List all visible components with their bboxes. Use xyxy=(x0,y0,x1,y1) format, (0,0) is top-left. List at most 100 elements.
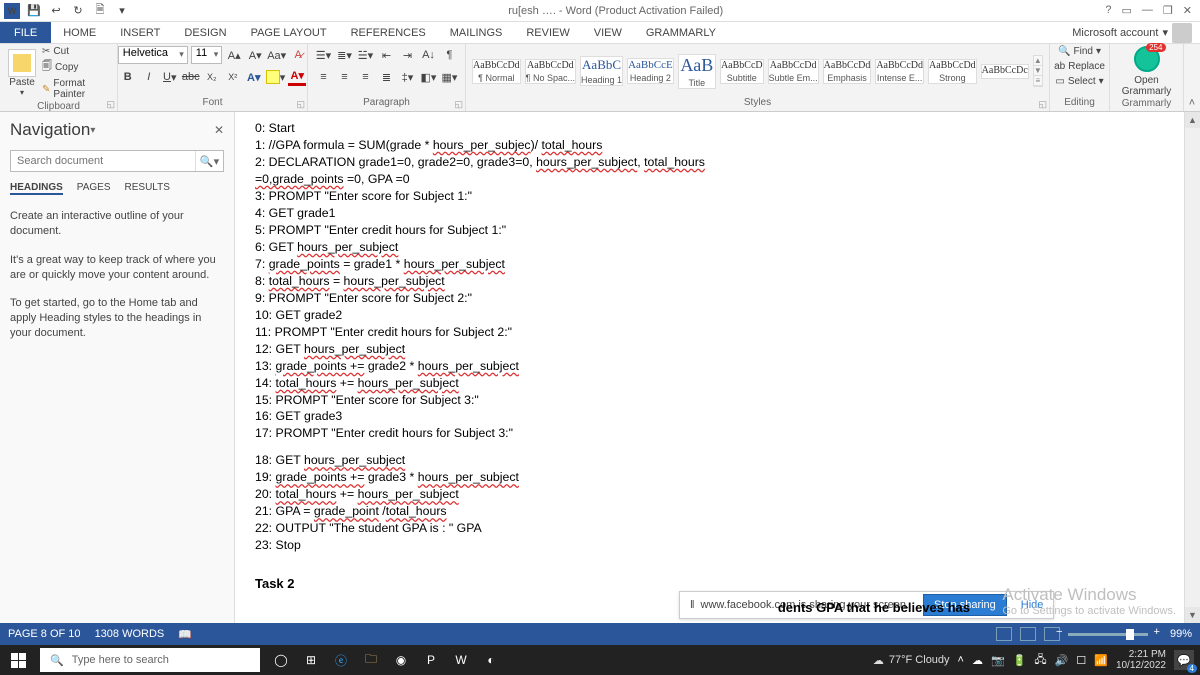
font-color-icon[interactable]: A▾ xyxy=(288,68,306,86)
taskbar-search[interactable]: 🔍Type here to search xyxy=(40,648,260,672)
qat-doc-icon[interactable]: 🗎 xyxy=(92,3,108,19)
shrink-font-icon[interactable]: A▾ xyxy=(246,46,264,64)
font-name-select[interactable]: Helvetica xyxy=(118,46,188,64)
grow-font-icon[interactable]: A▴ xyxy=(225,46,243,64)
grammarly-button[interactable]: 254 xyxy=(1134,46,1160,72)
numbering-icon[interactable]: ≣▾ xyxy=(336,46,354,64)
tab-view[interactable]: VIEW xyxy=(582,22,634,43)
network-icon[interactable]: 🖧 xyxy=(1034,651,1046,670)
start-button[interactable] xyxy=(0,653,36,668)
page-indicator[interactable]: PAGE 8 OF 10 xyxy=(8,628,81,640)
dialog-launcher-icon[interactable]: ◱ xyxy=(1038,99,1047,110)
account-menu[interactable]: Microsoft account▾ xyxy=(1064,22,1200,43)
tab-file[interactable]: FILE xyxy=(0,22,51,43)
help-icon[interactable]: ? xyxy=(1105,4,1111,17)
style-tile[interactable]: AaBbCcDd¶ Normal xyxy=(472,59,521,84)
style-tile[interactable]: AaBbCHeading 1 xyxy=(580,56,623,86)
style-tile[interactable]: AaBbCcDc xyxy=(981,64,1029,79)
dialog-launcher-icon[interactable]: ◱ xyxy=(454,99,463,110)
pin-icon[interactable]: ▾ xyxy=(90,125,95,136)
style-tile[interactable]: AaBTitle xyxy=(678,54,716,89)
copy-button[interactable]: Copy xyxy=(42,59,111,76)
bold-button[interactable]: B xyxy=(119,68,137,86)
meet-now-icon[interactable]: 📷 xyxy=(991,654,1005,667)
minimize-icon[interactable]: — xyxy=(1142,4,1153,17)
borders-icon[interactable]: ▦▾ xyxy=(441,68,459,86)
replace-button[interactable]: abReplace xyxy=(1054,61,1105,72)
dialog-launcher-icon[interactable]: ◱ xyxy=(106,99,115,110)
print-layout-icon[interactable] xyxy=(1020,627,1036,641)
multilevel-icon[interactable]: ☱▾ xyxy=(357,46,375,64)
read-mode-icon[interactable] xyxy=(996,627,1012,641)
style-tile[interactable]: AaBbCcDSubtitle xyxy=(720,59,764,84)
strike-button[interactable]: abc xyxy=(182,68,200,86)
tab-review[interactable]: REVIEW xyxy=(514,22,581,43)
search-icon[interactable]: 🔍▾ xyxy=(195,151,223,171)
cut-button[interactable]: Cut xyxy=(42,46,111,57)
change-case-icon[interactable]: Aa▾ xyxy=(267,46,286,64)
close-pane-icon[interactable]: ✕ xyxy=(214,123,224,137)
find-button[interactable]: 🔍Find▾ xyxy=(1058,46,1101,57)
style-tile[interactable]: AaBbCcDdIntense E... xyxy=(875,59,924,84)
superscript-button[interactable]: X² xyxy=(224,68,242,86)
dialog-launcher-icon[interactable]: ◱ xyxy=(296,99,305,110)
edge-icon[interactable]: ⓔ xyxy=(330,649,352,671)
text-effects-icon[interactable]: A▾ xyxy=(245,68,263,86)
vertical-scrollbar[interactable]: ▲ ▼ xyxy=(1184,112,1200,623)
close-icon[interactable]: ✕ xyxy=(1183,4,1192,17)
justify-icon[interactable]: ≣ xyxy=(378,68,396,86)
style-tile[interactable]: AaBbCcDdSubtle Em... xyxy=(768,59,819,84)
scroll-up-icon[interactable]: ▲ xyxy=(1185,112,1200,128)
tab-design[interactable]: DESIGN xyxy=(172,22,238,43)
line-spacing-icon[interactable]: ‡▾ xyxy=(399,68,417,86)
zoom-slider[interactable] xyxy=(1068,633,1148,636)
ribbon-options-icon[interactable]: ▭ xyxy=(1122,4,1132,17)
undo-icon[interactable]: ↩ xyxy=(48,3,64,19)
explorer-icon[interactable]: 🗀 xyxy=(360,649,382,671)
search-document[interactable]: 🔍▾ xyxy=(10,150,224,172)
tab-insert[interactable]: INSERT xyxy=(108,22,172,43)
tab-references[interactable]: REFERENCES xyxy=(339,22,438,43)
scroll-down-icon[interactable]: ▼ xyxy=(1185,607,1200,623)
italic-button[interactable]: I xyxy=(140,68,158,86)
dec-indent-icon[interactable]: ⇤ xyxy=(378,46,396,64)
search-input[interactable] xyxy=(11,151,195,171)
cortana-icon[interactable]: ◯ xyxy=(270,649,292,671)
notifications-icon[interactable]: 💬4 xyxy=(1174,650,1194,670)
weather-widget[interactable]: ☁77°F Cloudy xyxy=(873,654,950,667)
battery-icon[interactable]: 🔋 xyxy=(1013,654,1027,667)
nav-tab-pages[interactable]: PAGES xyxy=(77,182,111,195)
shading-icon[interactable]: ◧▾ xyxy=(420,68,438,86)
style-tile[interactable]: AaBbCcEHeading 2 xyxy=(627,58,674,84)
tab-home[interactable]: HOME xyxy=(51,22,108,43)
align-center-icon[interactable]: ≡ xyxy=(336,68,354,86)
tab-mailings[interactable]: MAILINGS xyxy=(438,22,515,43)
redo-icon[interactable]: ↻ xyxy=(70,3,86,19)
style-tile[interactable]: AaBbCcDd¶ No Spac... xyxy=(525,59,576,84)
underline-button[interactable]: U▾ xyxy=(161,68,179,86)
word-app-icon[interactable]: W xyxy=(450,649,472,671)
bullets-icon[interactable]: ☰▾ xyxy=(315,46,333,64)
align-right-icon[interactable]: ≡ xyxy=(357,68,375,86)
zoom-level[interactable]: 99% xyxy=(1170,628,1192,640)
wifi-icon[interactable]: 📶 xyxy=(1094,654,1108,667)
style-tile[interactable]: AaBbCcDdEmphasis xyxy=(823,59,872,84)
word-count[interactable]: 1308 WORDS xyxy=(95,628,165,640)
nav-tab-headings[interactable]: HEADINGS xyxy=(10,182,63,195)
clear-format-icon[interactable]: A̷ xyxy=(289,46,307,64)
sort-icon[interactable]: A↓ xyxy=(420,46,438,64)
language-icon[interactable]: ☐ xyxy=(1076,654,1086,667)
inc-indent-icon[interactable]: ⇥ xyxy=(399,46,417,64)
show-marks-icon[interactable]: ¶ xyxy=(441,46,459,64)
chevron-up-icon[interactable]: ˄ xyxy=(958,654,964,666)
collapse-ribbon-icon[interactable]: ˄ xyxy=(1184,44,1200,111)
app-icon[interactable]: ◐ xyxy=(480,649,502,671)
clock[interactable]: 2:21 PM 10/12/2022 xyxy=(1116,649,1166,671)
task-view-icon[interactable]: ⊞ xyxy=(300,649,322,671)
tab-grammarly[interactable]: GRAMMARLY xyxy=(634,22,728,43)
highlight-icon[interactable]: ▾ xyxy=(266,68,286,86)
select-button[interactable]: ▭Select▾ xyxy=(1055,76,1103,87)
paste-button[interactable]: Paste▾ xyxy=(6,49,38,97)
maximize-icon[interactable]: ❐ xyxy=(1163,4,1173,17)
save-icon[interactable]: 💾 xyxy=(26,3,42,19)
